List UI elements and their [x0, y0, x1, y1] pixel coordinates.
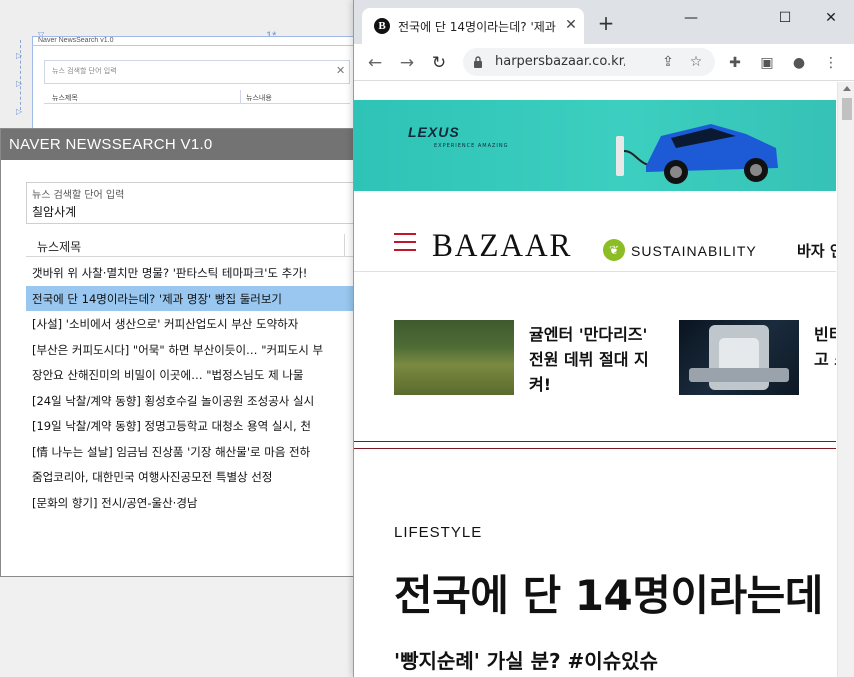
news-list-header[interactable]: 뉴스제목	[26, 232, 366, 257]
ad-tagline: EXPERIENCE AMAZING	[434, 143, 509, 149]
maximize-button[interactable]: ☐	[770, 8, 800, 28]
designer-search-placeholder: 뉴스 검색할 단어 입력	[52, 67, 117, 75]
scroll-up-arrow-icon[interactable]	[843, 86, 851, 91]
ad-brand-logo: LEXUS	[408, 124, 460, 140]
leaf-icon[interactable]: ❦	[603, 239, 625, 261]
list-item[interactable]: [情 나누는 설날] 임금님 진상품 '기장 해산물'로 마음 전하	[26, 439, 366, 465]
designer-frame-title: Naver NewsSearch v1.0	[38, 37, 114, 44]
search-input[interactable]: 뉴스 검색할 단어 입력 칠암사계	[26, 182, 366, 224]
naver-newssearch-window: NAVER NEWSSEARCH V1.0 뉴스 검색할 단어 입력 칠암사계 …	[0, 128, 366, 577]
section-divider	[354, 441, 836, 449]
chrome-browser-window: B 전국에 단 14명이라는데? '제과 명장' ✕ + — ☐ ✕ ← → ↻…	[353, 0, 854, 677]
list-item[interactable]: [사설] '소비에서 생산으로' 커피산업도시 부산 도약하자	[26, 311, 366, 337]
list-item[interactable]: 줌업코리아, 대한민국 여행사진공모전 특별상 선정	[26, 464, 366, 490]
article-card-title[interactable]: 빈티지 고 소	[814, 322, 836, 372]
tab-strip: B 전국에 단 14명이라는데? '제과 명장' ✕ + — ☐ ✕	[354, 0, 854, 44]
list-item[interactable]: 갯바위 위 사찰·멸치만 명물? '판타스틱 테마파크'도 추가!	[26, 260, 366, 286]
designer-col-content: 뉴스내용	[246, 94, 272, 102]
article-subheadline: '빵지순례' 가실 분? #이슈있슈	[394, 649, 658, 673]
news-list[interactable]: 갯바위 위 사찰·멸치만 명물? '판타스틱 테마파크'도 추가! 전국에 단 …	[26, 260, 366, 515]
menu-kebab-icon[interactable]: ⋮	[820, 52, 842, 74]
hamburger-menu-icon[interactable]	[394, 233, 416, 251]
lock-icon[interactable]	[473, 55, 483, 69]
browser-tab-active[interactable]: B 전국에 단 14명이라는데? '제과 명장' ✕	[362, 8, 584, 44]
article-thumbnail[interactable]	[679, 320, 799, 395]
reload-icon[interactable]: ↻	[428, 52, 450, 74]
site-navigation: BAZAAR ❦ SUSTAINABILITY 바자 인	[354, 210, 836, 272]
minimize-button[interactable]: —	[676, 8, 706, 28]
forward-arrow-icon[interactable]: →	[396, 52, 418, 74]
list-item[interactable]: [문화의 향기] 전시/공연-울산·경남	[26, 490, 366, 516]
form-designer-background: ▽ ▷ ▷ ▷ 1* Naver NewsSearch v1.0 뉴스 검색할 …	[0, 0, 362, 131]
lexus-ad-banner[interactable]: LEXUS EXPERIENCE AMAZING	[354, 100, 836, 191]
list-item[interactable]: 장안요 산해진미의 비밀이 이곳에… "법정스님도 제 나물	[26, 362, 366, 388]
article-thumbnail[interactable]	[394, 320, 514, 395]
nav-sustainability[interactable]: SUSTAINABILITY	[631, 243, 757, 259]
bookmark-star-icon[interactable]: ☆	[686, 52, 706, 72]
article-card-title[interactable]: 귤엔터 '만다리즈' 전원 데뷔 절대 지켜!	[529, 322, 664, 397]
list-item[interactable]: [19일 낙찰/계약 동향] 정명고등학교 대청소 용역 실시, 천	[26, 413, 366, 439]
side-panel-icon[interactable]: ▣	[756, 52, 778, 74]
tab-close-icon[interactable]: ✕	[562, 16, 580, 34]
designer-col-title: 뉴스제목	[52, 94, 78, 102]
bazaar-favicon-icon: B	[374, 18, 390, 34]
share-icon[interactable]: ⇪	[658, 52, 678, 72]
designer-list-header	[44, 90, 350, 104]
car-image-icon	[616, 124, 778, 184]
web-page-content: LEXUS EXPERIENCE AMAZING BAZAAR ❦ SUSTAI…	[354, 82, 836, 677]
list-item-selected[interactable]: 전국에 단 14명이라는데? '제과 명장' 빵집 둘러보기	[26, 285, 366, 311]
resize-handle-icon[interactable]: ▷	[16, 52, 24, 60]
article-category[interactable]: LIFESTYLE	[394, 524, 482, 541]
list-item[interactable]: [24일 낙찰/계약 동향] 횡성호수길 놀이공원 조성공사 실시	[26, 388, 366, 414]
bazaar-logo[interactable]: BAZAAR	[432, 228, 572, 265]
search-placeholder: 뉴스 검색할 단어 입력	[32, 190, 125, 201]
tab-title: 전국에 단 14명이라는데? '제과 명장'	[398, 20, 558, 34]
search-value[interactable]: 칠암사계	[32, 203, 76, 220]
close-window-button[interactable]: ✕	[816, 8, 846, 28]
profile-avatar-icon[interactable]: ●	[788, 52, 810, 74]
watch-image-icon	[689, 325, 789, 390]
extensions-puzzle-icon[interactable]: ✚	[724, 52, 746, 74]
designer-frame-bar	[32, 45, 362, 46]
back-arrow-icon[interactable]: ←	[364, 52, 386, 74]
page-scrollbar[interactable]	[837, 82, 854, 677]
resize-handle-icon[interactable]: ▷	[16, 80, 24, 88]
column-separator[interactable]	[344, 234, 345, 256]
nav-item-partial[interactable]: 바자 인	[797, 240, 836, 261]
scrollbar-thumb[interactable]	[842, 98, 852, 120]
address-bar[interactable]: harpersbazaar.co.kr/a... ⇪ ☆	[463, 48, 715, 76]
list-item[interactable]: [부산은 커피도시다] "어묵" 하면 부산이듯이… "커피도시 부	[26, 337, 366, 363]
designer-column-separator	[240, 90, 241, 104]
new-tab-button[interactable]: +	[596, 13, 616, 34]
window-title: NAVER NEWSSEARCH V1.0	[1, 129, 359, 160]
column-header-title[interactable]: 뉴스제목	[37, 238, 81, 255]
article-headline: 전국에 단 14명이라는데	[394, 571, 823, 620]
browser-toolbar: ← → ↻ harpersbazaar.co.kr/a... ⇪ ☆ ✚ ▣ ●…	[354, 44, 854, 81]
url-text[interactable]: harpersbazaar.co.kr/a...	[495, 54, 625, 69]
clear-icon[interactable]: ✕	[336, 64, 345, 77]
resize-handle-icon[interactable]: ▷	[16, 108, 24, 116]
